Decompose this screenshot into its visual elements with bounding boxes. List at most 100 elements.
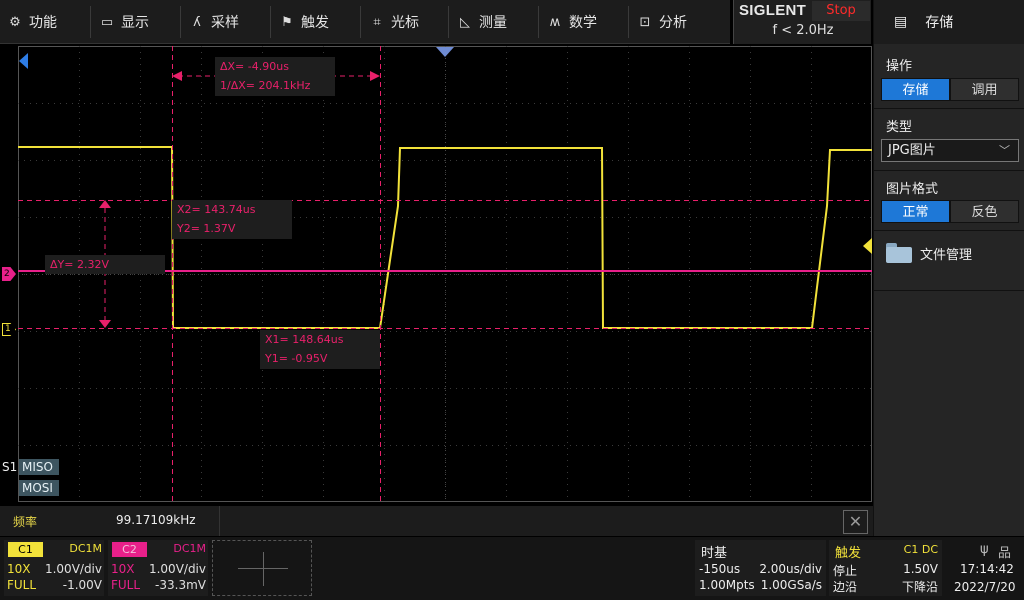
normal-option[interactable]: 正常 [881, 200, 950, 223]
run-stop-status[interactable]: Stop [812, 1, 870, 21]
menu-analysis[interactable]: ⊡ 分析 [638, 0, 687, 44]
timebase-delay: -150us [699, 562, 741, 576]
clock-time: 17:14:42 [960, 562, 1014, 576]
ch1-probe: 10X [7, 562, 31, 576]
delta-x-value: ΔX= -4.90us [220, 60, 289, 73]
ch2-tag: C2 [112, 542, 147, 557]
menu-cursor-label: 光标 [391, 15, 419, 31]
type-select[interactable]: JPG图片 ﹀ [881, 139, 1019, 162]
mosi-tag[interactable]: MOSI [19, 480, 59, 496]
ch2-bandwidth: FULL [111, 578, 141, 592]
waveform-icon: ʎ [193, 14, 201, 30]
menu-acquire-label: 采样 [211, 15, 239, 31]
ch1-offset-marker[interactable]: 1 [2, 323, 16, 336]
brand-status-area: SIGLENT Stop f < 2.0Hz [733, 0, 871, 44]
menu-separator [360, 6, 361, 38]
type-label: 类型 [886, 120, 913, 135]
divider [874, 170, 1024, 171]
ch1-tag: C1 [8, 542, 43, 557]
measurement-label: 频率 [13, 515, 38, 529]
menu-measure[interactable]: ◺ 测量 [458, 0, 507, 44]
save-option[interactable]: 存储 [881, 78, 950, 101]
file-manager-button[interactable]: 文件管理 [886, 243, 972, 263]
plus-icon-vertical [263, 552, 264, 586]
gear-icon: ⚙ [9, 14, 21, 30]
trigger-frequency: f < 2.0Hz [772, 23, 834, 38]
flag-icon: ⚑ [281, 14, 293, 30]
trigger-type: 边沿 [833, 580, 858, 594]
trigger-source: C1 DC [903, 543, 938, 556]
delta-x-arrow-left [172, 71, 182, 81]
ch1-scale: 1.00V/div [44, 562, 102, 576]
serial-bus-label: S1 [2, 460, 18, 474]
trigger-position-marker[interactable] [436, 47, 454, 57]
timebase-scale: 2.00us/div [759, 562, 822, 576]
miso-tag[interactable]: MISO [19, 459, 59, 475]
trigger-slope: 下降沿 [901, 580, 938, 594]
divider [874, 290, 1024, 291]
divider [874, 108, 1024, 109]
menu-trigger[interactable]: ⚑ 触发 [280, 0, 329, 44]
inverse-delta-x-value: 1/ΔX= 204.1kHz [220, 79, 311, 92]
delta-y-arrow-bottom [99, 320, 111, 328]
timebase-info[interactable]: 时基 -150us 2.00us/div 1.00Mpts 1.00GSa/s [695, 540, 826, 596]
file-manager-label: 文件管理 [920, 247, 973, 263]
trigger-info[interactable]: 触发 C1 DC 停止 1.50V 边沿 下降沿 [829, 540, 942, 596]
sample-rate: 1.00GSa/s [760, 578, 822, 592]
measurement-value: 99.17109kHz [116, 513, 196, 527]
siglent-logo: SIGLENT [739, 2, 807, 19]
menu-analysis-label: 分析 [659, 15, 687, 31]
ch2-offset-marker[interactable]: 2 [2, 267, 16, 281]
network-icon: 品 [998, 546, 1012, 561]
menu-function-label: 功能 [29, 15, 57, 31]
save-icon: ▤ [894, 14, 908, 30]
menu-acquire[interactable]: ʎ 采样 [190, 0, 239, 44]
ch1-info[interactable]: C1 DC1M 10X 1.00V/div FULL -1.00V [4, 540, 104, 596]
ch2-info[interactable]: C2 DC1M 10X 1.00V/div FULL -33.3mV [108, 540, 208, 596]
delta-y-value: ΔY= 2.32V [50, 258, 109, 271]
ch1-bandwidth: FULL [7, 578, 37, 592]
menu-display[interactable]: ▭ 显示 [100, 0, 149, 44]
trigger-level-marker[interactable] [863, 238, 872, 254]
crosshair-icon: ⌗ [373, 14, 381, 30]
x1-value: X1= 148.64us [265, 333, 344, 346]
menu-function[interactable]: ⚙ 功能 [8, 0, 57, 44]
type-value: JPG图片 [888, 143, 936, 158]
trigger-title: 触发 [835, 546, 862, 561]
x2-readout: X2= 143.74us Y2= 1.37V [172, 200, 292, 239]
close-icon[interactable]: ✕ [843, 510, 868, 534]
save-panel: ▤ 存储 操作 存储 调用 类型 JPG图片 ﹀ 图片格式 正常 反色 文件管理 [873, 0, 1024, 536]
menu-display-label: 显示 [121, 15, 149, 31]
menu-math-label: 数学 [569, 15, 597, 31]
horizontal-position-marker[interactable] [19, 53, 28, 69]
operation-label: 操作 [886, 59, 913, 74]
folder-icon [886, 243, 912, 263]
timebase-title: 时基 [701, 546, 728, 561]
format-label: 图片格式 [886, 182, 939, 197]
invert-option[interactable]: 反色 [950, 200, 1019, 223]
system-clock: ψ 品 17:14:42 2022/7/20 [946, 540, 1024, 596]
panel-header: ▤ 存储 [874, 0, 1024, 44]
menu-separator [270, 6, 271, 38]
y2-value: Y2= 1.37V [177, 222, 236, 235]
delta-x-readout: ΔX= -4.90us 1/ΔX= 204.1kHz [215, 57, 335, 96]
divider [874, 230, 1024, 231]
monitor-icon: ▭ [100, 14, 114, 30]
menu-cursor[interactable]: ⌗ 光标 [370, 0, 419, 44]
menu-measure-label: 测量 [479, 15, 507, 31]
menu-separator [180, 6, 181, 38]
menu-math[interactable]: ʍ 数学 [548, 0, 597, 44]
add-channel-button[interactable] [212, 540, 312, 596]
operation-toggle: 存储 调用 [881, 78, 1019, 101]
menu-separator [628, 6, 629, 38]
ch2-coupling: DC1M [173, 542, 206, 555]
trigger-level: 1.50V [903, 562, 938, 576]
y1-value: Y1= -0.95V [265, 352, 328, 365]
delta-x-arrow-right [370, 71, 380, 81]
trigger-mode: 停止 [833, 564, 858, 578]
x1-readout: X1= 148.64us Y1= -0.95V [260, 330, 380, 369]
delta-y-readout: ΔY= 2.32V [45, 255, 165, 274]
waveform-display[interactable] [18, 46, 872, 502]
usb-icon: ψ [980, 542, 989, 557]
recall-option[interactable]: 调用 [950, 78, 1019, 101]
